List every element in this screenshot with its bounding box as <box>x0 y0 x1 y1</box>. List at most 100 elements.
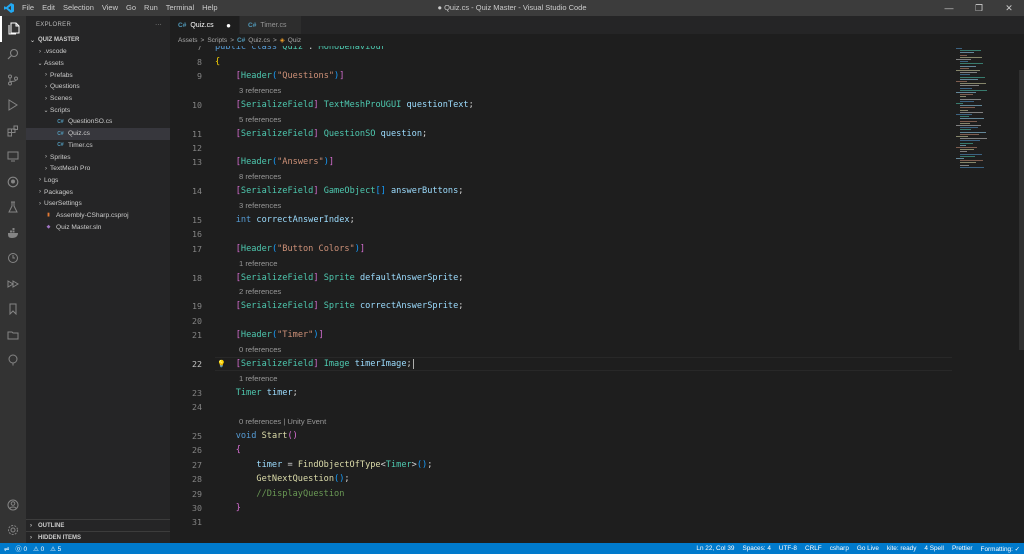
menu-terminal[interactable]: Terminal <box>162 0 198 16</box>
menu-help[interactable]: Help <box>198 0 221 16</box>
menu-view[interactable]: View <box>98 0 122 16</box>
tree-item-sprites[interactable]: › Sprites <box>26 151 170 163</box>
code-line[interactable]: 💡 22 [SerializeField] Image timerImage; <box>170 356 952 372</box>
code-line[interactable]: 27 timer = FindObjectOfType<Timer>(); <box>170 458 952 472</box>
code-lens[interactable]: 0 references | Unity Event <box>239 414 326 428</box>
code-line[interactable]: 16 <box>170 227 952 241</box>
errors-count[interactable]: ⓪ 0 <box>15 544 27 553</box>
explorer-icon[interactable] <box>0 16 26 42</box>
tree-item-scenes[interactable]: › Scenes <box>26 93 170 105</box>
breadcrumb-scripts[interactable]: Scripts <box>207 37 227 44</box>
breadcrumb-symbol[interactable]: Quiz <box>288 37 301 44</box>
menu-file[interactable]: File <box>18 0 38 16</box>
timeline-icon[interactable] <box>0 246 26 272</box>
code-line[interactable]: 10 [SerializeField] TextMeshProUGUI ques… <box>170 98 952 112</box>
tree-item-questions[interactable]: › Questions <box>26 81 170 93</box>
breadcrumb-assets[interactable]: Assets <box>178 37 198 44</box>
code-line[interactable]: 9 [Header("Questions")] <box>170 69 952 83</box>
docker-icon[interactable] <box>0 220 26 246</box>
tree-item-scripts[interactable]: ⌄ Scripts <box>26 104 170 116</box>
tree-icon[interactable] <box>0 348 26 374</box>
code-lens[interactable]: 5 references <box>239 112 281 126</box>
code-line[interactable]: 14 [SerializeField] GameObject[] answerB… <box>170 184 952 198</box>
extensions-icon[interactable] <box>0 118 26 144</box>
tree-item-usersettings[interactable]: › UserSettings <box>26 198 170 210</box>
tab-timer-cs[interactable]: C# Timer.cs <box>240 16 302 34</box>
status-item-csharp[interactable]: csharp <box>830 545 849 552</box>
unsaved-dot-icon[interactable]: ● <box>226 21 231 30</box>
status-item-crlf[interactable]: CRLF <box>805 545 822 552</box>
code-line[interactable]: 12 <box>170 141 952 155</box>
code-lens[interactable]: 1 reference <box>239 371 277 385</box>
menu-run[interactable]: Run <box>140 0 162 16</box>
code-line[interactable]: 26 { <box>170 443 952 457</box>
tree-item-assets[interactable]: ⌄ Assets <box>26 58 170 70</box>
code-line[interactable]: 30 } <box>170 501 952 515</box>
code-lens[interactable]: 3 references <box>239 83 281 97</box>
tree-item-timer-cs[interactable]: C# Timer.cs <box>26 140 170 152</box>
tab-quiz-cs[interactable]: C# Quiz.cs ● <box>170 16 240 34</box>
code-line[interactable]: 19 [SerializeField] Sprite correctAnswer… <box>170 299 952 313</box>
run-debug-icon[interactable] <box>0 93 26 119</box>
settings-gear-icon[interactable] <box>0 518 26 544</box>
search-icon[interactable] <box>0 42 26 68</box>
maximize-button[interactable]: ❐ <box>964 0 994 16</box>
tree-item-questionso-cs[interactable]: C# QuestionSO.cs <box>26 116 170 128</box>
outline-section[interactable]: › OUTLINE <box>26 519 170 531</box>
status-item-ln-22-col-39[interactable]: Ln 22, Col 39 <box>696 545 734 552</box>
status-item-utf-8[interactable]: UTF-8 <box>779 545 797 552</box>
code-lens[interactable]: 1 reference <box>239 256 277 270</box>
status-item-go-live[interactable]: Go Live <box>857 545 879 552</box>
scrollbar-thumb[interactable] <box>1019 70 1024 350</box>
close-button[interactable]: ✕ <box>994 0 1024 16</box>
code-line[interactable]: 20 <box>170 314 952 328</box>
code-line[interactable]: 11 [SerializeField] QuestionSO question; <box>170 126 952 140</box>
tree-item-assembly-csharp-csproj[interactable]: ▮ Assembly-CSharp.csproj <box>26 210 170 222</box>
code-line[interactable]: 28 GetNextQuestion(); <box>170 472 952 486</box>
code-line[interactable]: 24 <box>170 400 952 414</box>
remote-indicator-icon[interactable]: ⇌ <box>4 545 9 553</box>
tree-item-packages[interactable]: › Packages <box>26 186 170 198</box>
tree-item-prefabs[interactable]: › Prefabs <box>26 69 170 81</box>
remote-explorer-icon[interactable] <box>0 144 26 170</box>
tree-item-quiz-cs[interactable]: C# Quiz.cs <box>26 127 170 140</box>
code-line[interactable]: 21 [Header("Timer")] <box>170 328 952 342</box>
status-item-4-spell[interactable]: 4 Spell <box>924 545 944 552</box>
hidden-items-section[interactable]: › HIDDEN ITEMS <box>26 531 170 543</box>
code-lens[interactable]: 8 references <box>239 170 281 184</box>
code-line[interactable]: 25 void Start() <box>170 429 952 443</box>
code-lens[interactable]: 2 references <box>239 285 281 299</box>
code-line[interactable]: 8{ <box>170 54 952 68</box>
live-share-icon[interactable] <box>0 271 26 297</box>
status-item-spaces-4[interactable]: Spaces: 4 <box>742 545 770 552</box>
warnings-count[interactable]: ⚠ 0 <box>33 545 44 553</box>
code-line[interactable]: 15 int correctAnswerIndex; <box>170 213 952 227</box>
explorer-more-button[interactable]: ··· <box>155 22 162 28</box>
tree-item-quiz-master-sln[interactable]: ◆ Quiz Master.sln <box>26 221 170 233</box>
status-item-prettier[interactable]: Prettier <box>952 545 973 552</box>
code-line[interactable]: 13 [Header("Answers")] <box>170 155 952 169</box>
code-line[interactable]: 17 [Header("Button Colors")] <box>170 242 952 256</box>
code-lens[interactable]: 3 references <box>239 198 281 212</box>
code-line[interactable]: 31 <box>170 515 952 529</box>
source-control-icon[interactable] <box>0 67 26 93</box>
menu-go[interactable]: Go <box>122 0 140 16</box>
status-item-kite-ready[interactable]: kite: ready <box>887 545 916 552</box>
minimize-button[interactable]: — <box>934 0 964 16</box>
code-line[interactable]: 7 public class Quiz : MonoBehaviour <box>170 46 952 54</box>
info-count[interactable]: ⚠ 5 <box>50 545 61 553</box>
folder-icon[interactable] <box>0 322 26 348</box>
breadcrumb-file[interactable]: Quiz.cs <box>248 37 270 44</box>
account-icon[interactable] <box>0 492 26 518</box>
code-line[interactable]: 29 //DisplayQuestion <box>170 486 952 500</box>
menu-selection[interactable]: Selection <box>59 0 98 16</box>
status-item-formatting[interactable]: Formatting: ✓ <box>981 545 1020 553</box>
bookmarks-icon[interactable] <box>0 297 26 323</box>
tree-item--vscode[interactable]: › .vscode <box>26 46 170 58</box>
github-icon[interactable] <box>0 169 26 195</box>
test-beaker-icon[interactable] <box>0 195 26 221</box>
code-line[interactable]: 23 Timer timer; <box>170 386 952 400</box>
minimap[interactable] <box>952 46 1020 543</box>
project-section[interactable]: ⌄ QUIZ MASTER <box>26 34 170 46</box>
code-editor[interactable]: 7 public class Quiz : MonoBehaviour 8{9 [H… <box>170 46 952 543</box>
